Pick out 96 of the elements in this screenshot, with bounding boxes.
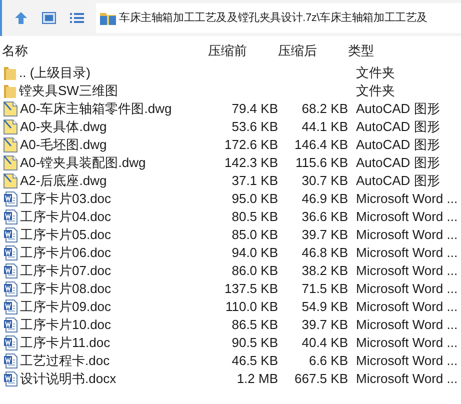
column-header[interactable]: 类型 (348, 40, 461, 60)
compressed-size: 39.7 KB (302, 227, 348, 242)
file-type: Microsoft Word ... (356, 353, 458, 368)
file-name[interactable]: 工艺过程卡.doc (20, 351, 110, 371)
file-name[interactable]: 工序卡片06.doc (20, 243, 112, 263)
file-name[interactable]: 工序卡片09.doc (20, 297, 112, 317)
compressed-size: 146.4 KB (294, 137, 348, 152)
word-document-icon (3, 281, 18, 297)
original-size: 86.5 KB (232, 317, 278, 332)
file-type: AutoCAD 图形 (356, 137, 440, 152)
word-document-icon (3, 227, 18, 243)
file-type: Microsoft Word ... (356, 245, 458, 260)
original-size: 37.1 KB (232, 173, 278, 188)
original-size: 90.5 KB (232, 335, 278, 350)
word-document-icon (3, 353, 18, 369)
file-name[interactable]: 工序卡片11.doc (20, 333, 110, 353)
folder-icon (3, 84, 17, 98)
original-size: 137.5 KB (224, 281, 278, 296)
up-arrow-icon[interactable] (14, 11, 28, 25)
compressed-size: 44.1 KB (302, 119, 348, 134)
original-size: 95.0 KB (232, 191, 278, 206)
file-type: Microsoft Word ... (356, 209, 458, 224)
file-type: AutoCAD 图形 (356, 173, 440, 188)
file-name[interactable]: A0-车床主轴箱零件图.dwg (20, 99, 172, 119)
compressed-size: 68.2 KB (302, 101, 348, 116)
compressed-size: 30.7 KB (302, 173, 348, 188)
file-name[interactable]: A2-后底座.dwg (20, 171, 107, 191)
address-field[interactable]: 车床主轴箱加工工艺及及镗孔夹具设计.7z\车床主轴箱加工工艺及 (96, 3, 461, 33)
original-size: 172.6 KB (224, 137, 278, 152)
list-icon[interactable] (70, 12, 84, 24)
file-type: Microsoft Word ... (356, 281, 458, 296)
file-type: Microsoft Word ... (356, 299, 458, 314)
original-size: 94.0 KB (232, 245, 278, 260)
drawing-file-icon (3, 137, 18, 153)
file-type: Microsoft Word ... (356, 317, 458, 332)
word-document-icon (3, 191, 18, 207)
compressed-size: 46.9 KB (302, 191, 348, 206)
drawing-file-icon (3, 101, 18, 117)
file-name[interactable]: 工序卡片08.doc (20, 279, 112, 299)
compressed-size: 6.6 KB (308, 353, 348, 368)
column-header[interactable]: 压缩后 (278, 40, 348, 60)
folder-icon (3, 66, 17, 80)
file-name[interactable]: A0-毛坯图.dwg (20, 135, 107, 155)
file-name[interactable]: .. (上级目录) (19, 63, 90, 83)
file-type: AutoCAD 图形 (356, 101, 440, 116)
word-document-icon (3, 299, 18, 315)
original-size: 142.3 KB (224, 155, 278, 170)
column-header[interactable]: 名称 (0, 40, 208, 60)
file-type: Microsoft Word ... (356, 227, 458, 242)
address-path: 车床主轴箱加工工艺及及镗孔夹具设计.7z\车床主轴箱加工工艺及 (119, 10, 428, 26)
compressed-size: 71.5 KB (302, 281, 348, 296)
file-name[interactable]: 工序卡片05.doc (20, 225, 112, 245)
file-name[interactable]: 镗夹具SW三维图 (19, 81, 118, 101)
column-header[interactable]: 压缩前 (208, 40, 278, 60)
file-type: Microsoft Word ... (356, 335, 458, 350)
word-document-icon (3, 371, 18, 387)
compressed-size: 46.8 KB (302, 245, 348, 260)
compressed-size: 40.4 KB (302, 335, 348, 350)
view-icon[interactable] (42, 12, 56, 24)
file-type: 文件夹 (356, 65, 395, 80)
word-document-icon (3, 317, 18, 333)
compressed-size: 38.2 KB (302, 263, 348, 278)
file-type: AutoCAD 图形 (356, 119, 440, 134)
file-type: Microsoft Word ... (356, 371, 458, 386)
file-type: 文件夹 (356, 83, 395, 98)
file-name[interactable]: A0-夹具体.dwg (20, 117, 107, 137)
word-document-icon (3, 245, 18, 261)
original-size: 85.0 KB (232, 227, 278, 242)
file-name[interactable]: 工序卡片04.doc (20, 207, 112, 227)
drawing-file-icon (3, 155, 18, 171)
original-size: 46.5 KB (232, 353, 278, 368)
archive-icon (100, 11, 116, 25)
original-size: 80.5 KB (232, 209, 278, 224)
original-size: 79.4 KB (232, 101, 278, 116)
word-document-icon (3, 263, 18, 279)
word-document-icon (3, 209, 18, 225)
drawing-file-icon (3, 173, 18, 189)
file-name[interactable]: 工序卡片03.doc (20, 189, 112, 209)
original-size: 110.0 KB (225, 299, 278, 314)
file-name[interactable]: 工序卡片10.doc (20, 315, 112, 335)
file-name[interactable]: 设计说明书.docx (20, 369, 116, 389)
file-type: Microsoft Word ... (356, 191, 458, 206)
file-name[interactable]: A0-镗夹具装配图.dwg (20, 153, 146, 173)
drawing-file-icon (3, 119, 18, 135)
file-type: Microsoft Word ... (356, 263, 458, 278)
original-size: 86.0 KB (232, 263, 278, 278)
file-name[interactable]: 工序卡片07.doc (20, 261, 112, 281)
word-document-icon (3, 335, 18, 351)
file-type: AutoCAD 图形 (356, 155, 440, 170)
compressed-size: 667.5 KB (294, 371, 348, 386)
original-size: 1.2 MB (236, 371, 278, 386)
compressed-size: 54.9 KB (302, 299, 348, 314)
compressed-size: 36.6 KB (302, 209, 348, 224)
compressed-size: 39.7 KB (302, 317, 348, 332)
compressed-size: 115.6 KB (295, 155, 348, 170)
original-size: 53.6 KB (232, 119, 278, 134)
